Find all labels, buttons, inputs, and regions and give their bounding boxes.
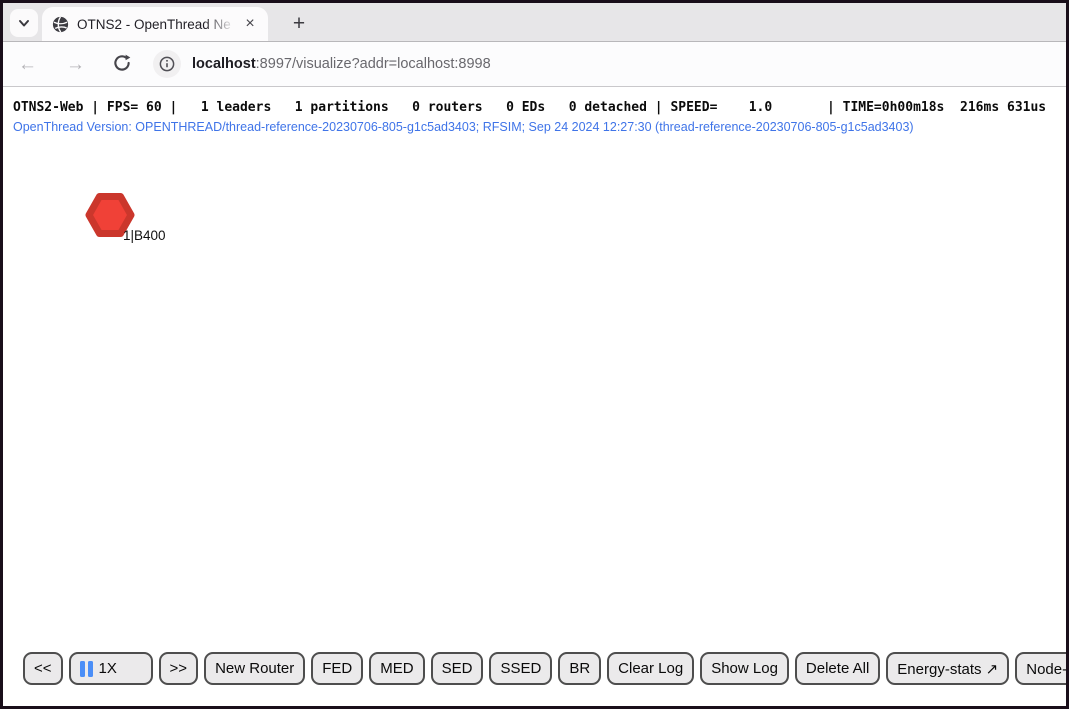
info-icon (159, 56, 175, 72)
speed-value: 1X (99, 660, 117, 677)
node-1-label: 1|B400 (123, 228, 166, 243)
tab-close-button[interactable]: × (240, 14, 260, 34)
energy-stats-button[interactable]: Energy-stats ↗ (886, 652, 1009, 685)
globe-favicon-icon (52, 16, 69, 33)
site-info-button[interactable] (153, 50, 181, 78)
reload-icon (113, 54, 131, 72)
speed-up-button[interactable]: >> (159, 652, 199, 685)
clear-log-button[interactable]: Clear Log (607, 652, 694, 685)
speed-down-button[interactable]: << (23, 652, 63, 685)
tab-otns2[interactable]: OTNS2 - OpenThread Ne × (42, 7, 268, 41)
br-button[interactable]: BR (558, 652, 601, 685)
node-stats-button[interactable]: Node-stats ↗ (1015, 652, 1066, 685)
tab-list-chevron-button[interactable] (10, 9, 38, 37)
ssed-button[interactable]: SSED (489, 652, 552, 685)
forward-button[interactable]: → (60, 51, 91, 78)
url-path: :8997/visualize?addr=localhost:8998 (256, 56, 491, 72)
chevron-down-icon (17, 16, 31, 30)
action-toolbar: << 1X >> New Router FED MED SED SSED BR … (23, 652, 1066, 685)
address-bar[interactable]: localhost:8997/visualize?addr=localhost:… (192, 56, 491, 72)
url-toolbar: ← → localhost:8997/visualize?addr=localh… (3, 41, 1066, 87)
tab-title: OTNS2 - OpenThread Ne (77, 17, 240, 32)
simulation-status-line: OTNS2-Web | FPS= 60 | 1 leaders 1 partit… (13, 100, 1066, 116)
med-button[interactable]: MED (369, 652, 424, 685)
browser-window: OTNS2 - OpenThread Ne × + ← → localhost:… (0, 0, 1069, 709)
delete-all-button[interactable]: Delete All (795, 652, 880, 685)
simulation-canvas[interactable]: OTNS2-Web | FPS= 60 | 1 leaders 1 partit… (3, 87, 1066, 706)
sed-button[interactable]: SED (431, 652, 484, 685)
fed-button[interactable]: FED (311, 652, 363, 685)
url-host: localhost (192, 56, 256, 72)
back-button[interactable]: ← (12, 51, 43, 78)
new-tab-button[interactable]: + (285, 10, 313, 38)
tab-bar: OTNS2 - OpenThread Ne × + (3, 3, 1066, 41)
pause-speed-button[interactable]: 1X (69, 652, 153, 685)
pause-icon (80, 661, 93, 677)
new-router-button[interactable]: New Router (204, 652, 305, 685)
reload-button[interactable] (107, 48, 137, 80)
show-log-button[interactable]: Show Log (700, 652, 789, 685)
openthread-version-line: OpenThread Version: OPENTHREAD/thread-re… (13, 120, 1066, 135)
